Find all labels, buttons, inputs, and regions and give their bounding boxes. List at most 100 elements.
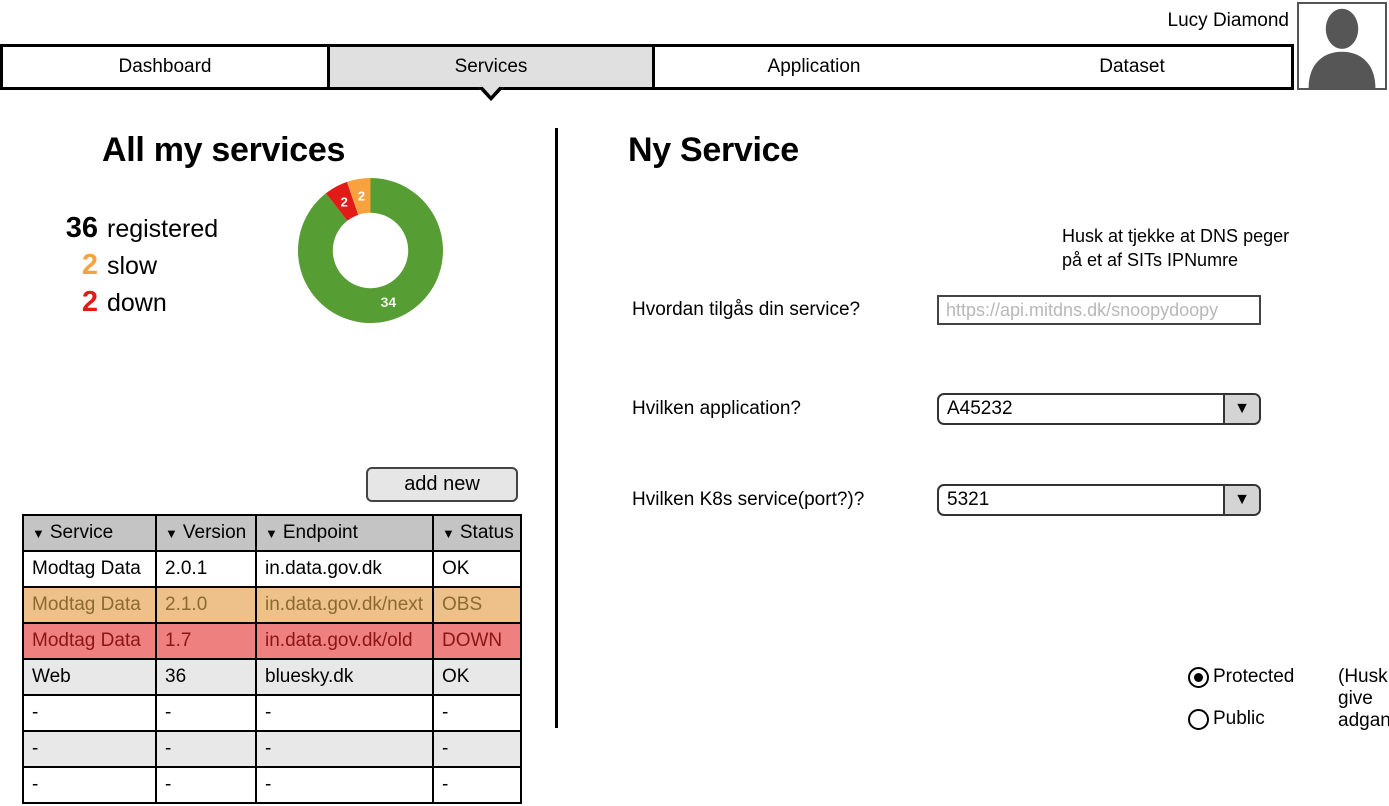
tab-services-label: Services	[454, 56, 528, 77]
left-panel: All my services 36 registered 2 slow 2 d…	[0, 100, 555, 804]
column-header-endpoint[interactable]: ▼ Endpoint	[255, 514, 434, 552]
cell-version: -	[155, 766, 257, 804]
cell-status: -	[432, 766, 522, 804]
application-select-value: A45232	[947, 398, 1013, 419]
tab-application[interactable]: Application	[655, 56, 973, 78]
cell-service: -	[22, 730, 157, 768]
cell-version: 1.7	[155, 622, 257, 660]
tab-dashboard[interactable]: Dashboard	[0, 44, 330, 90]
services-table: ▼ Service ▼ Version ▼ Endpoint ▼ Status Modt…	[22, 514, 522, 804]
stat-down-count: 2	[81, 286, 98, 318]
cell-status: -	[432, 694, 522, 732]
radio-option-public[interactable]: Public	[1188, 708, 1265, 730]
label-service-url: Hvordan tilgås din service?	[632, 299, 861, 320]
cell-status: OK	[432, 658, 522, 696]
table-row[interactable]: ----	[22, 730, 522, 768]
column-header-version[interactable]: ▼ Version	[155, 514, 257, 552]
tab-dashboard-label: Dashboard	[118, 56, 212, 77]
dns-hint-text: Husk at tjekke at DNS peger på et af SIT…	[1062, 226, 1290, 270]
sort-caret-icon: ▼	[265, 526, 278, 541]
label-k8s-service: Hvilken K8s service(port?)?	[632, 489, 865, 510]
cell-endpoint: -	[255, 694, 434, 732]
cell-service: Modtag Data	[22, 586, 157, 624]
table-row[interactable]: Modtag Data 1.7 in.data.gov.dk/old DOWN	[22, 622, 522, 660]
active-tab-pointer-icon	[478, 85, 504, 101]
form-row-application: Hvilken application? A45232 ▼	[632, 392, 1372, 426]
tab-group-application-dataset[interactable]: Application Dataset	[652, 44, 1294, 90]
stat-registered-count: 36	[65, 212, 98, 244]
cell-status: -	[432, 730, 522, 768]
k8s-service-select-value: 5321	[947, 489, 990, 510]
radio-unselected-icon	[1188, 708, 1209, 730]
tab-dataset[interactable]: Dataset	[973, 56, 1291, 78]
page-title-all-my-services: All my services	[102, 131, 346, 169]
column-header-status[interactable]: ▼ Status	[432, 514, 522, 552]
avatar[interactable]	[1297, 2, 1387, 90]
sort-caret-icon: ▼	[442, 526, 455, 541]
sort-caret-icon: ▼	[32, 526, 45, 541]
donut-label-down: 2	[341, 195, 348, 210]
donut-label-registered_ok: 34	[381, 294, 397, 310]
column-header-service-label: Service	[49, 522, 114, 543]
form-row-k8s-service: Hvilken K8s service(port?)? 5321 ▼	[632, 483, 1372, 517]
form-row-service-url: Hvordan tilgås din service?	[632, 293, 1372, 327]
service-stats-summary: 36 registered 2 slow 2 down	[55, 212, 250, 323]
user-avatar-silhouette-icon	[1299, 4, 1385, 88]
right-panel: Ny Service Husk at tjekke at DNS peger p…	[555, 100, 1389, 731]
cell-status: OK	[432, 550, 522, 588]
column-header-endpoint-label: Endpoint	[282, 522, 358, 543]
column-header-service[interactable]: ▼ Service	[22, 514, 157, 552]
k8s-service-select[interactable]: 5321 ▼	[937, 484, 1261, 516]
table-row[interactable]: ----	[22, 694, 522, 732]
radio-public-label: Public	[1213, 708, 1265, 729]
cell-endpoint: in.data.gov.dk	[255, 550, 434, 588]
add-new-button[interactable]: add new	[366, 467, 518, 502]
donut-chart-svg: 34 2 2	[298, 178, 443, 323]
radio-selected-icon	[1188, 666, 1209, 688]
cell-service: Modtag Data	[22, 622, 157, 660]
table-row[interactable]: Modtag Data 2.0.1 in.data.gov.dk OK	[22, 550, 522, 588]
tab-dataset-label: Dataset	[1099, 56, 1165, 77]
table-row[interactable]: Web 36 bluesky.dk OK	[22, 658, 522, 696]
chevron-down-icon[interactable]: ▼	[1223, 486, 1259, 514]
access-hint-text: (Husk at give adgang...)	[1338, 666, 1389, 731]
application-select[interactable]: A45232 ▼	[937, 393, 1261, 425]
tab-services[interactable]: Services	[327, 44, 655, 101]
stat-row-registered: 36 registered	[55, 212, 250, 244]
chevron-down-icon[interactable]: ▼	[1223, 395, 1259, 423]
cell-endpoint: bluesky.dk	[255, 658, 434, 696]
cell-version: -	[155, 694, 257, 732]
cell-service: -	[22, 766, 157, 804]
cell-endpoint: in.data.gov.dk/old	[255, 622, 434, 660]
column-header-version-label: Version	[182, 522, 247, 543]
cell-endpoint: -	[255, 766, 434, 804]
label-application: Hvilken application?	[632, 398, 801, 419]
stat-row-slow: 2 slow	[55, 249, 250, 281]
tab-application-label: Application	[767, 56, 861, 77]
radio-option-protected[interactable]: Protected	[1188, 666, 1294, 688]
services-donut-chart: 34 2 2	[298, 178, 443, 323]
table-row[interactable]: Modtag Data 2.1.0 in.data.gov.dk/next OBS	[22, 586, 522, 624]
add-new-label: add new	[404, 473, 480, 495]
page-title-ny-service: Ny Service	[628, 131, 799, 169]
donut-label-slow: 2	[358, 189, 365, 204]
service-url-input[interactable]	[937, 295, 1261, 325]
cell-version: 2.0.1	[155, 550, 257, 588]
stat-row-down: 2 down	[55, 286, 250, 318]
cell-version: 2.1.0	[155, 586, 257, 624]
table-header-row: ▼ Service ▼ Version ▼ Endpoint ▼ Status	[22, 514, 522, 552]
radio-protected-label: Protected	[1213, 666, 1295, 687]
stat-down-label: down	[107, 289, 167, 317]
cell-version: 36	[155, 658, 257, 696]
cell-endpoint: in.data.gov.dk/next	[255, 586, 434, 624]
cell-endpoint: -	[255, 730, 434, 768]
cell-service: -	[22, 694, 157, 732]
header-strip: Lucy Diamond	[0, 0, 1389, 45]
stat-slow-count: 2	[81, 249, 98, 281]
table-row[interactable]: ----	[22, 766, 522, 804]
main-tab-bar[interactable]: Dashboard Services Application Dataset	[0, 44, 1294, 101]
cell-service: Modtag Data	[22, 550, 157, 588]
stat-slow-label: slow	[107, 252, 158, 280]
column-header-status-label: Status	[459, 522, 514, 543]
sort-caret-icon: ▼	[165, 526, 178, 541]
